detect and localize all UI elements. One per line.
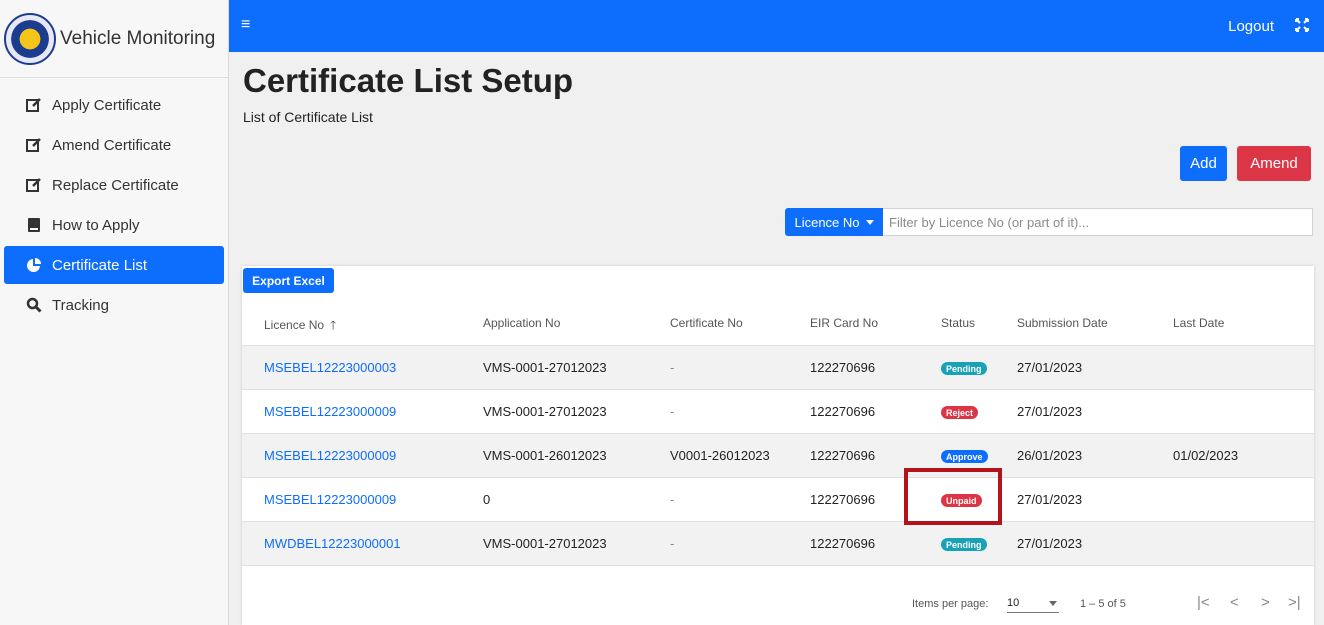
column-header-application-no[interactable]: Application No: [483, 316, 560, 330]
sidebar-item-label: Certificate List: [52, 256, 148, 274]
last-date: 01/02/2023: [1173, 448, 1239, 463]
submission-date: 27/01/2023: [1017, 492, 1083, 507]
paginator: Items per page: 10 1 – 5 of 5 |< < > >|: [242, 586, 1314, 622]
application-no: 0: [483, 492, 491, 507]
sidebar-item-certificate-list[interactable]: Certificate List: [4, 246, 224, 284]
submission-date: 27/01/2023: [1017, 404, 1083, 419]
status-badge: Approve: [941, 450, 988, 463]
certificate-no: -: [670, 404, 675, 419]
chevron-down-icon: [1049, 601, 1057, 606]
logo: [4, 12, 56, 65]
logout-link[interactable]: Logout: [1228, 18, 1274, 35]
sidebar-item-label: How to Apply: [52, 216, 140, 234]
eir-card-no: 122270696: [810, 404, 876, 419]
sidebar-item-apply-certificate[interactable]: Apply Certificate: [4, 86, 224, 124]
table-row: MWDBEL12223000001 VMS-0001-27012023 - 12…: [242, 522, 1314, 566]
eir-card-no: 122270696: [810, 360, 876, 375]
licence-no-link[interactable]: MSEBEL12223000003: [264, 360, 396, 375]
application-no: VMS-0001-27012023: [483, 404, 607, 419]
status-badge: Pending: [941, 362, 987, 375]
column-header-status[interactable]: Status: [941, 316, 975, 330]
certificate-no: V0001-26012023: [670, 448, 770, 463]
filter-bar: Licence No Filter by Licence No (or part…: [785, 208, 1313, 236]
licence-no-link[interactable]: MSEBEL12223000009: [264, 492, 396, 507]
edit-icon: [26, 137, 42, 153]
filter-field-label: Licence No: [794, 214, 860, 230]
table-row: MSEBEL12223000009 VMS-0001-26012023 V000…: [242, 434, 1314, 478]
table-row: MSEBEL12223000009 VMS-0001-27012023 - 12…: [242, 390, 1314, 434]
sidebar-nav: Apply Certificate Amend Certificate Repl…: [0, 86, 228, 324]
licence-no-link[interactable]: MSEBEL12223000009: [264, 448, 396, 463]
sidebar-item-replace-certificate[interactable]: Replace Certificate: [4, 166, 224, 204]
column-header-certificate-no[interactable]: Certificate No: [670, 316, 743, 330]
book-icon: [26, 217, 42, 233]
chevron-down-icon: [865, 219, 874, 225]
sidebar: Vehicle Monitoring Apply Certificate Ame…: [0, 0, 229, 625]
amend-button[interactable]: Amend: [1237, 146, 1311, 181]
page-size-select[interactable]: 10: [1007, 597, 1059, 613]
column-header-last-date[interactable]: Last Date: [1173, 316, 1224, 330]
sidebar-item-amend-certificate[interactable]: Amend Certificate: [4, 126, 224, 164]
pie-chart-icon: [26, 257, 42, 273]
application-no: VMS-0001-26012023: [483, 448, 607, 463]
table-row: MSEBEL12223000009 0 - 122270696 Unpaid 2…: [242, 478, 1314, 522]
certificate-no: -: [670, 492, 675, 507]
search-icon: [26, 297, 42, 313]
first-page-button[interactable]: |<: [1197, 594, 1210, 611]
previous-page-button[interactable]: <: [1230, 594, 1239, 611]
submission-date: 27/01/2023: [1017, 536, 1083, 551]
licence-no-link[interactable]: MSEBEL12223000009: [264, 404, 396, 419]
items-per-page-label: Items per page:: [912, 598, 989, 610]
certificate-table-card: Export Excel Licence No 🡑 Application No …: [242, 266, 1314, 625]
application-no: VMS-0001-27012023: [483, 360, 607, 375]
page-range-label: 1 – 5 of 5: [1080, 598, 1126, 610]
edit-icon: [26, 97, 42, 113]
certificate-no: -: [670, 360, 675, 375]
certificate-no: -: [670, 536, 675, 551]
fullscreen-icon[interactable]: [1294, 17, 1310, 33]
status-badge: Pending: [941, 538, 987, 551]
page-subtitle: List of Certificate List: [243, 109, 373, 125]
page-title: Certificate List Setup: [243, 62, 574, 99]
main-content: Certificate List Setup List of Certifica…: [229, 52, 1324, 625]
app-title: Vehicle Monitoring: [60, 27, 216, 49]
page-size-value: 10: [1007, 597, 1020, 609]
eir-card-no: 122270696: [810, 536, 876, 551]
sidebar-item-label: Amend Certificate: [52, 136, 172, 154]
sidebar-item-tracking[interactable]: Tracking: [4, 286, 224, 324]
next-page-button[interactable]: >: [1261, 594, 1270, 611]
eir-card-no: 122270696: [810, 492, 876, 507]
brand: Vehicle Monitoring: [0, 0, 228, 78]
column-header-submission-date[interactable]: Submission Date: [1017, 316, 1108, 330]
submission-date: 26/01/2023: [1017, 448, 1083, 463]
sidebar-item-label: Apply Certificate: [52, 96, 162, 114]
column-header-licence-no[interactable]: Licence No 🡑: [264, 316, 336, 337]
application-no: VMS-0001-27012023: [483, 536, 607, 551]
status-badge: Reject: [941, 406, 979, 419]
add-button[interactable]: Add: [1180, 146, 1227, 181]
edit-icon: [26, 177, 42, 193]
sidebar-item-label: Replace Certificate: [52, 176, 179, 194]
sidebar-item-label: Tracking: [52, 296, 109, 314]
licence-no-link[interactable]: MWDBEL12223000001: [264, 536, 401, 551]
column-header-eir-card-no[interactable]: EIR Card No: [810, 316, 878, 330]
last-page-button[interactable]: >|: [1288, 594, 1301, 611]
menu-toggle-icon[interactable]: ≡: [241, 16, 250, 34]
export-excel-button[interactable]: Export Excel: [243, 268, 334, 293]
filter-field-dropdown[interactable]: Licence No: [785, 208, 883, 236]
submission-date: 27/01/2023: [1017, 360, 1083, 375]
filter-input[interactable]: Filter by Licence No (or part of it)...: [883, 208, 1313, 236]
table-header: Licence No 🡑 Application No Certificate N…: [242, 302, 1314, 346]
table-row: MSEBEL12223000003 VMS-0001-27012023 - 12…: [242, 346, 1314, 390]
annotation-highlight-box: [904, 468, 1002, 525]
topbar: ≡ Logout: [229, 0, 1324, 52]
sort-up-icon: 🡑: [330, 318, 337, 332]
sidebar-item-how-to-apply[interactable]: How to Apply: [4, 206, 224, 244]
eir-card-no: 122270696: [810, 448, 876, 463]
